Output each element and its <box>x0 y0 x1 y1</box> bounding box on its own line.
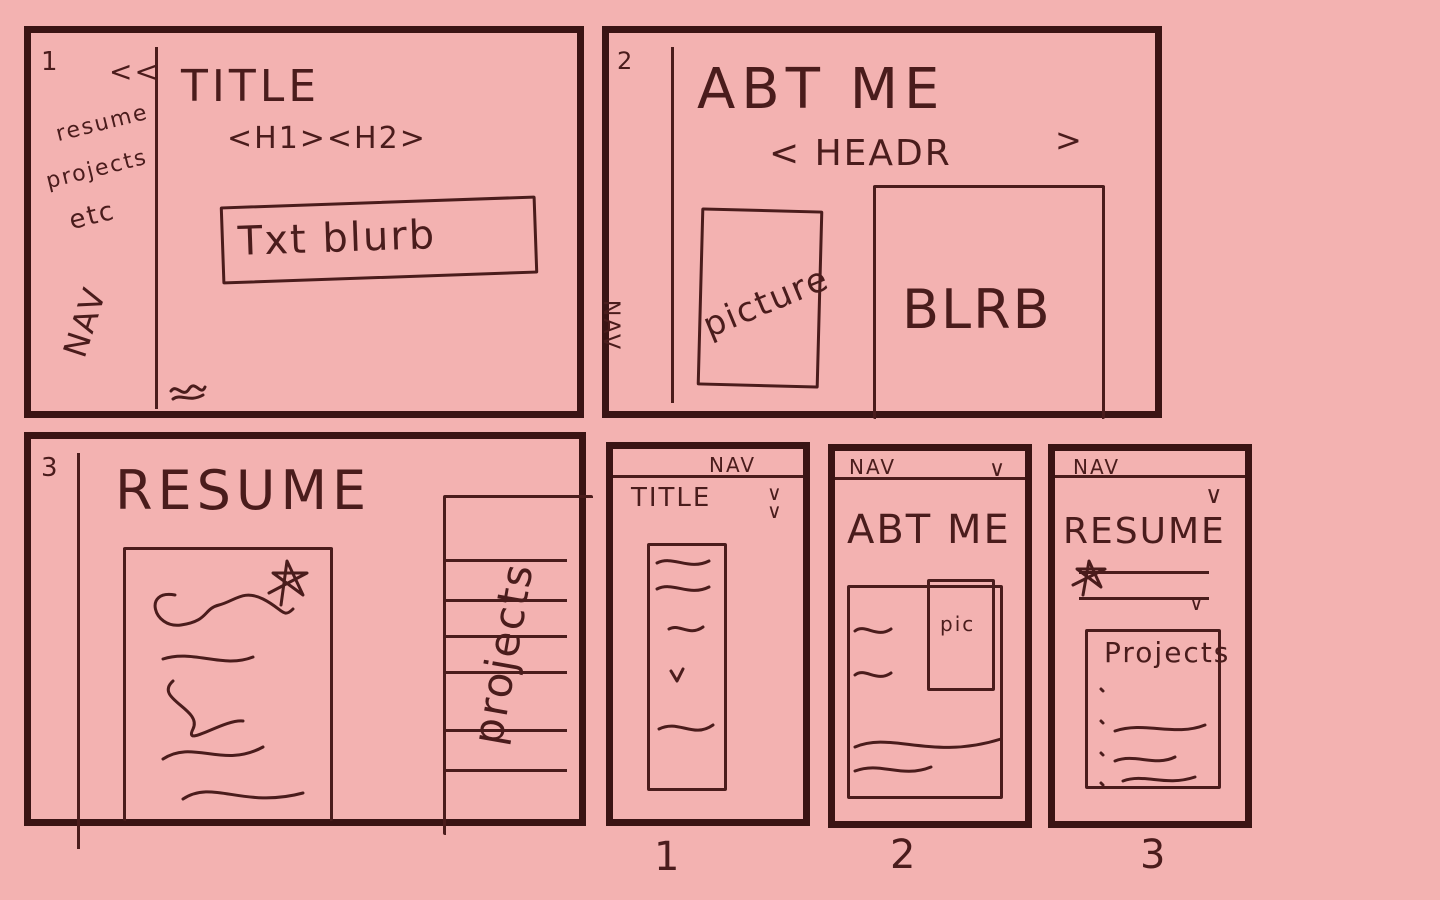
chevron-down-icon[interactable]: ∨ <box>1189 591 1206 615</box>
panel-1-frame: 1 << resume projects etc NAV TITLE <H1><… <box>24 26 584 418</box>
chevron-down-icon[interactable]: ∨ <box>989 457 1007 482</box>
nav-label: NAV <box>598 299 624 352</box>
content-scribble <box>655 559 715 732</box>
mobile-nav-label[interactable]: NAV <box>849 455 896 479</box>
header-placeholder: < HEADR <box>769 133 952 174</box>
nav-divider <box>77 453 80 849</box>
nav-divider <box>155 47 158 409</box>
text-blurb-label: Txt blurb <box>237 212 437 265</box>
mobile-nav-label[interactable]: NAV <box>709 453 756 477</box>
nav-item-etc[interactable]: etc <box>66 196 118 236</box>
blurb-box: BLRB <box>873 185 1105 419</box>
panel-number: 3 <box>41 453 60 483</box>
content-scribble <box>853 627 1003 773</box>
panel-3-frame: 3 RESUME projects <box>24 432 593 849</box>
mobile-caption-1: 1 <box>654 834 682 880</box>
project-list-scribble <box>1099 687 1207 787</box>
mobile-3-frame: NAV ∨ RESUME ∨ Projects <box>1048 444 1252 828</box>
headings-placeholder: <H1><H2> <box>227 121 427 156</box>
mobile-2-frame: NAV ∨ ABT ME pic <box>828 444 1032 828</box>
corner-scribble-icon <box>169 384 207 401</box>
star-icon <box>267 559 309 607</box>
mobile-projects-label: Projects <box>1104 636 1231 669</box>
blurb-label: BLRB <box>902 278 1052 341</box>
mobile-caption-2: 2 <box>890 832 918 878</box>
page-title: ABT ME <box>697 57 946 122</box>
mobile-nav-bar <box>613 475 803 478</box>
picture-label: picture <box>697 258 836 347</box>
nav-divider <box>671 47 674 403</box>
nav-item-resume[interactable]: resume <box>53 100 151 147</box>
nav-label: NAV <box>55 282 114 362</box>
chevron-down-icon[interactable]: ∨ <box>767 499 784 523</box>
star-icon <box>1071 559 1107 597</box>
mobile-title: ABT ME <box>847 507 1011 553</box>
text-blurb-box: Txt blurb <box>219 195 539 285</box>
picture-box: picture <box>696 207 835 389</box>
mobile-title: TITLE <box>631 483 712 513</box>
page-title: TITLE <box>181 61 321 112</box>
mobile-1-frame: NAV ∨ ∨ TITLE <box>606 442 810 826</box>
mobile-title: RESUME <box>1063 511 1226 552</box>
header-close: > <box>1055 121 1084 159</box>
mobile-caption-3: 3 <box>1140 832 1168 878</box>
nav-item-projects[interactable]: projects <box>44 145 151 194</box>
chevron-down-icon[interactable]: ∨ <box>1205 481 1225 509</box>
panel-number: 1 <box>41 47 60 77</box>
mobile-nav-label[interactable]: NAV <box>1073 455 1120 479</box>
back-arrow-icon[interactable]: << <box>109 55 160 88</box>
panel-2-frame: 2 NAV ABT ME < HEADR > picture BLRB <box>598 26 1162 419</box>
panel-number: 2 <box>617 47 635 75</box>
page-title: RESUME <box>115 459 372 522</box>
